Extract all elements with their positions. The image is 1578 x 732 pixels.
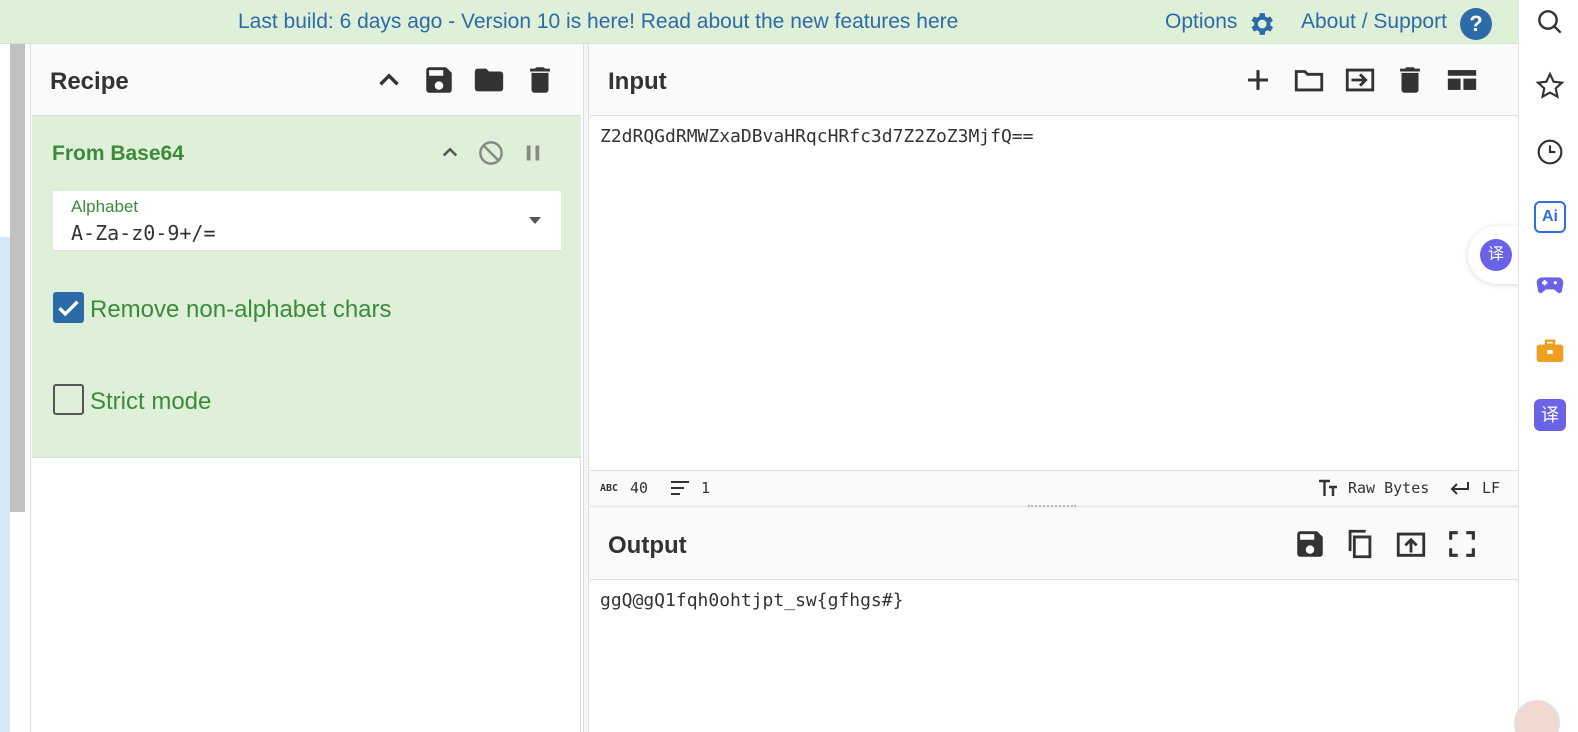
top-banner: Last build: 6 days ago - Version 10 is h…	[0, 0, 1518, 44]
options-link[interactable]: Options	[1165, 10, 1237, 34]
open-folder-button[interactable]	[1343, 63, 1377, 97]
input-pane: Input Z2dRQGdRMWZxaDBvaHRqcHRfc3d7Z2ZoZ3…	[590, 44, 1518, 505]
recipe-title: Recipe	[50, 68, 129, 95]
replace-input-button[interactable]	[1394, 527, 1428, 561]
plus-icon	[1248, 70, 1268, 90]
layout-icon	[1447, 70, 1477, 90]
chevron-up-icon[interactable]	[435, 138, 465, 168]
input-title: Input	[608, 68, 667, 95]
remove-non-alphabet-checkbox[interactable]	[53, 292, 84, 323]
build-notice-link[interactable]: Last build: 6 days ago - Version 10 is h…	[238, 10, 958, 34]
input-status-bar: ABC 40 1 Raw Bytes LF	[590, 470, 1518, 505]
input-lines: 1	[701, 479, 711, 497]
layout-button[interactable]	[1445, 63, 1479, 97]
input-header: Input	[590, 44, 1518, 116]
toolbox-icon[interactable]	[1534, 334, 1566, 366]
help-icon[interactable]: ?	[1460, 8, 1492, 40]
folder-open-icon	[1294, 70, 1324, 92]
output-header: Output	[590, 508, 1518, 580]
gear-icon[interactable]	[1246, 9, 1276, 39]
save-recipe-button[interactable]	[422, 63, 456, 97]
alphabet-select[interactable]: Alphabet A-Za-z0-9+/=	[53, 191, 561, 251]
fullscreen-icon	[1449, 531, 1475, 557]
star-icon[interactable]	[1534, 70, 1566, 102]
input-textarea[interactable]: Z2dRQGdRMWZxaDBvaHRqcHRfc3d7Z2ZoZ3MjfQ==	[600, 126, 1033, 147]
alphabet-label: Alphabet	[71, 197, 139, 216]
lines-icon	[671, 481, 689, 495]
caret-down-icon	[529, 217, 541, 224]
cyberchef-app: Last build: 6 days ago - Version 10 is h…	[0, 0, 1578, 732]
clear-recipe-button[interactable]	[523, 63, 557, 97]
recipe-pane: Recipe From Base64 Alphabet A-Za-z0-9+/=	[32, 44, 581, 732]
load-recipe-button[interactable]	[472, 63, 506, 97]
save-icon	[1297, 531, 1323, 557]
abc-icon: ABC	[600, 483, 619, 494]
chevron-up-icon	[379, 73, 399, 86]
history-icon[interactable]	[1534, 136, 1566, 168]
trash-icon	[530, 67, 550, 93]
pane-resize-handle[interactable]	[583, 44, 589, 732]
output-title: Output	[608, 532, 687, 559]
recipe-header: Recipe	[32, 44, 581, 116]
input-length: 40	[630, 479, 649, 497]
alphabet-value: A-Za-z0-9+/=	[71, 221, 216, 245]
return-icon	[1450, 482, 1469, 495]
translate-icon[interactable]: 译	[1534, 399, 1566, 431]
search-icon[interactable]	[1534, 6, 1566, 38]
save-output-button[interactable]	[1293, 527, 1327, 561]
strict-mode-label[interactable]: Strict mode	[90, 388, 211, 416]
maximise-output-button[interactable]	[1445, 527, 1479, 561]
strict-mode-checkbox[interactable]	[53, 384, 84, 415]
from-base64-operation: From Base64 Alphabet A-Za-z0-9+/= Remove…	[32, 116, 581, 458]
open-file-button[interactable]	[1292, 63, 1326, 97]
ai-icon[interactable]: Ai	[1534, 201, 1566, 233]
save-icon	[426, 67, 452, 93]
output-pane: Output ggQ@gQ1fqh0ohtjpt_sw{gfhgs#}	[590, 508, 1518, 732]
about-support-link[interactable]: About / Support	[1301, 10, 1447, 34]
text-size-icon	[1319, 479, 1337, 496]
output-textarea[interactable]: ggQ@gQ1fqh0ohtjpt_sw{gfhgs#}	[600, 590, 903, 611]
translate-icon: 译	[1480, 239, 1512, 271]
collapse-all-button[interactable]	[372, 63, 406, 97]
game-icon[interactable]	[1534, 268, 1566, 300]
copy-output-button[interactable]	[1343, 527, 1377, 561]
eol-selector[interactable]: LF	[1482, 479, 1500, 497]
add-tab-button[interactable]	[1241, 63, 1275, 97]
operation-title: From Base64	[52, 142, 184, 165]
remove-non-alphabet-label[interactable]: Remove non-alphabet chars	[90, 296, 392, 324]
browser-sidebar: Ai 译	[1518, 0, 1578, 732]
folder-icon	[474, 68, 504, 92]
operations-pane-edge	[0, 44, 31, 732]
trash-icon	[1400, 67, 1420, 93]
copy-icon	[1348, 529, 1372, 559]
input-arrow-icon	[1345, 68, 1375, 92]
operations-list-edge	[0, 237, 10, 732]
operations-scrollbar[interactable]	[10, 44, 25, 512]
encoding-selector[interactable]: Raw Bytes	[1348, 479, 1429, 497]
checkmark-icon	[58, 300, 79, 317]
pause-icon[interactable]	[518, 138, 548, 168]
clear-input-button[interactable]	[1393, 63, 1427, 97]
upload-icon	[1396, 532, 1426, 557]
disable-icon[interactable]	[476, 138, 506, 168]
